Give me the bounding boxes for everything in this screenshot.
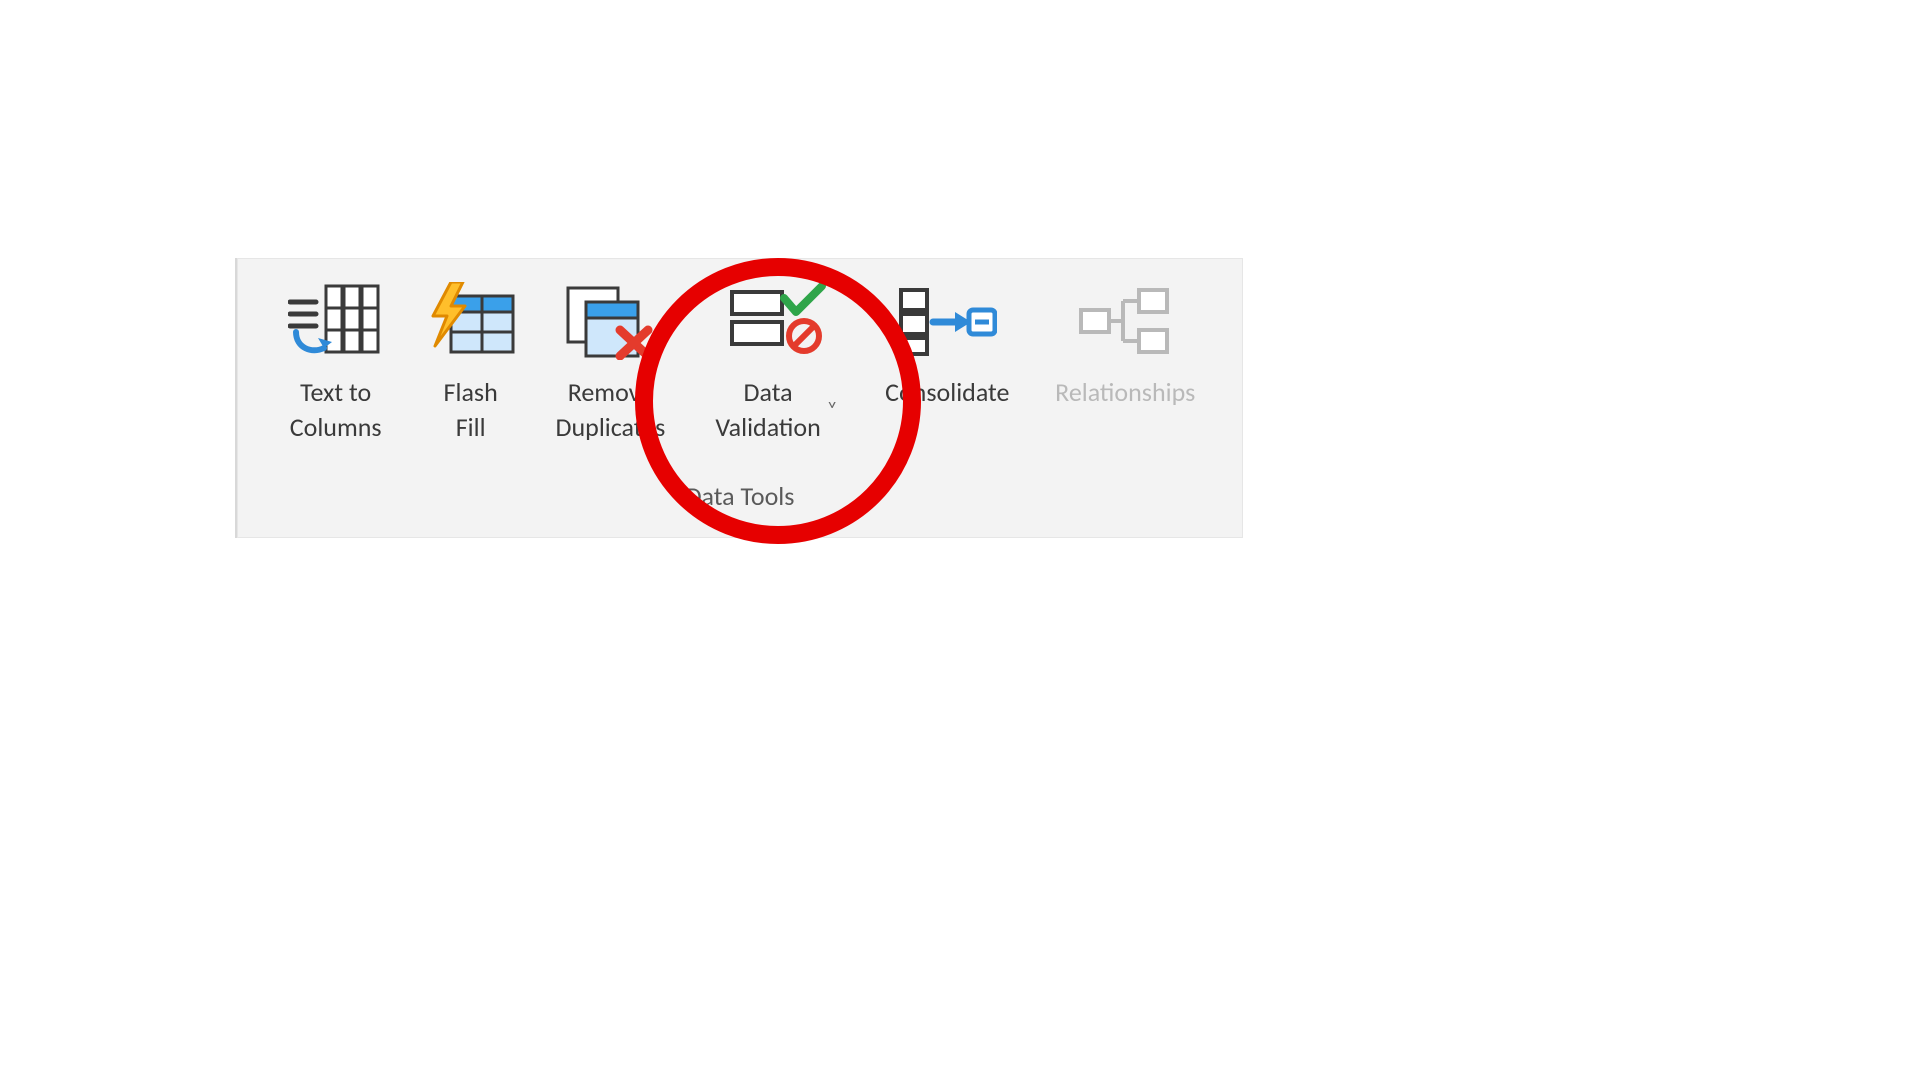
data-validation-icon [721, 281, 831, 361]
remove-duplicates-icon [555, 281, 665, 361]
canvas: Text toColumns [0, 0, 1920, 1080]
relationships-icon [1070, 281, 1180, 361]
consolidate-button[interactable]: Consolidate [863, 276, 1031, 411]
ribbon-group-data-tools: Text toColumns [235, 258, 1243, 538]
ribbon-group-body: Text toColumns [237, 258, 1243, 480]
relationships-button: Relationships [1031, 276, 1219, 411]
flash-fill-label: FlashFill [444, 375, 498, 445]
flash-fill-icon [416, 281, 526, 361]
ribbon-group-name: Data Tools [237, 480, 1243, 538]
data-validation-label: DataValidation [715, 375, 820, 445]
flash-fill-button[interactable]: FlashFill [410, 276, 531, 446]
text-to-columns-icon [281, 281, 391, 361]
text-to-columns-button[interactable]: Text toColumns [261, 276, 410, 446]
consolidate-icon [892, 281, 1002, 361]
remove-duplicates-label: RemoveDuplicates [556, 375, 666, 445]
data-validation-button[interactable]: DataValidation ˅ [690, 276, 863, 446]
remove-duplicates-button[interactable]: RemoveDuplicates [531, 276, 690, 446]
consolidate-label: Consolidate [885, 375, 1009, 410]
relationships-label: Relationships [1055, 375, 1195, 410]
dropdown-chevron-icon[interactable]: ˅ [827, 397, 838, 424]
text-to-columns-label: Text toColumns [290, 375, 382, 445]
